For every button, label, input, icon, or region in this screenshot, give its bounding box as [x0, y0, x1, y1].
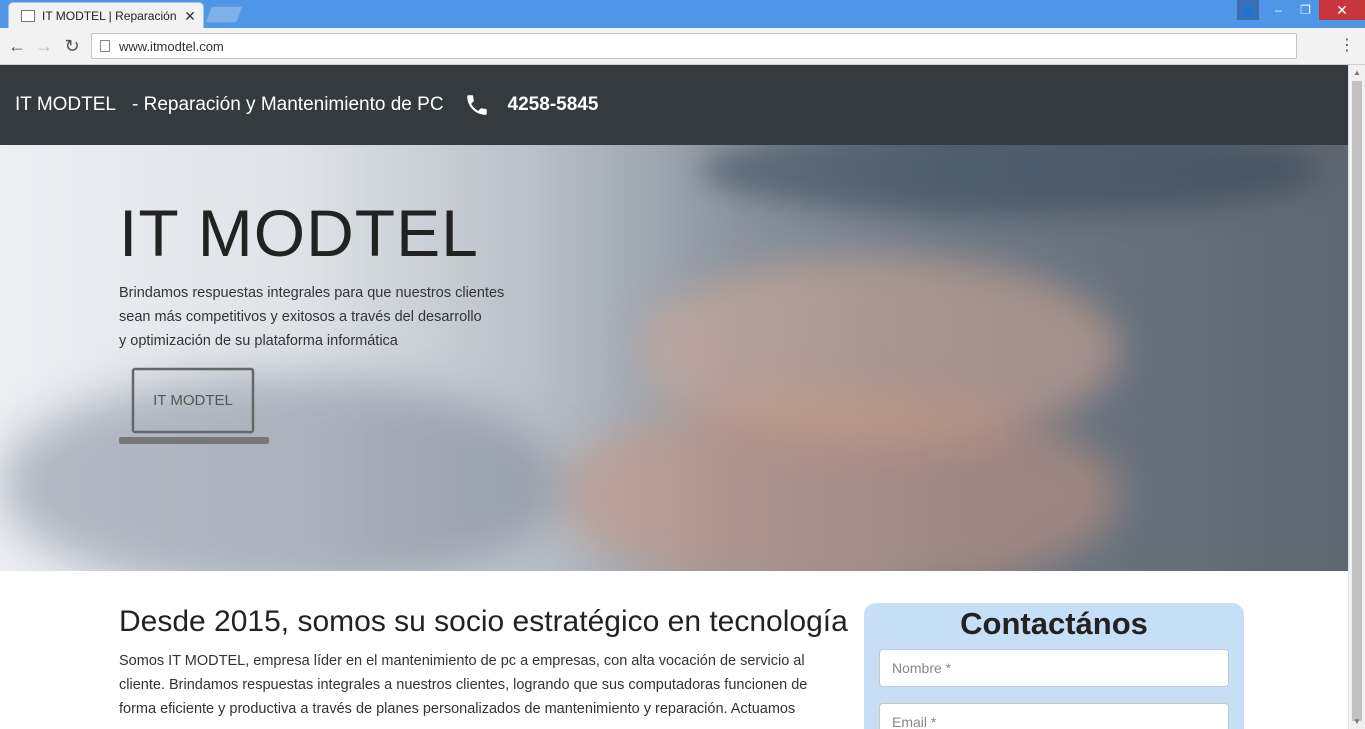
- hero-keyboard-shape: [0, 375, 560, 571]
- hero-line: sean más competitivos y exitosos a travé…: [119, 309, 482, 325]
- minimize-button[interactable]: –: [1265, 0, 1292, 20]
- phone-number[interactable]: 4258-5845: [508, 94, 599, 116]
- tab-close-icon[interactable]: ✕: [183, 8, 197, 25]
- contact-title: Contactános: [960, 606, 1148, 641]
- back-button[interactable]: ←: [7, 36, 27, 56]
- hero-title: IT MODTEL: [119, 196, 479, 270]
- site-header: IT MODTEL - Reparación y Mantenimiento d…: [0, 65, 1348, 145]
- window-controls: 👤 – ❐ ✕: [1237, 0, 1365, 20]
- phone-icon: [466, 95, 487, 115]
- user-profile-icon[interactable]: 👤: [1237, 0, 1259, 20]
- site-tagline: - Reparación y Mantenimiento de PC: [132, 94, 444, 115]
- hero-description: Brindamos respuestas integrales para que…: [119, 281, 539, 353]
- browser-titlebar: IT MODTEL | Reparación ✕ 👤 – ❐ ✕: [0, 0, 1365, 29]
- hero-monitor-shape: [700, 145, 1320, 215]
- browser-tab[interactable]: IT MODTEL | Reparación ✕: [8, 2, 204, 29]
- name-field[interactable]: Nombre *: [879, 649, 1229, 687]
- hero-banner: IT MODTEL Brindamos respuestas integrale…: [0, 145, 1348, 571]
- logo-text: IT MODTEL: [153, 392, 233, 409]
- email-field[interactable]: Email *: [879, 703, 1229, 729]
- about-title: Desde 2015, somos su socio estratégico e…: [119, 605, 848, 638]
- about-section: Desde 2015, somos su socio estratégico e…: [119, 605, 859, 721]
- url-text[interactable]: www.itmodtel.com: [119, 39, 224, 54]
- tab-title: IT MODTEL | Reparación: [42, 9, 177, 23]
- address-bar[interactable]: www.itmodtel.com: [91, 33, 1297, 59]
- laptop-logo: IT MODTEL: [119, 367, 269, 444]
- browser-toolbar: ← → ↻ www.itmodtel.com ⋮: [0, 28, 1365, 65]
- page-favicon-icon: [21, 10, 35, 22]
- new-tab-button[interactable]: [204, 6, 244, 23]
- hero-line: y optimización de su plataforma informát…: [119, 333, 398, 349]
- about-body: Somos IT MODTEL, empresa líder en el man…: [119, 649, 859, 721]
- scrollbar-thumb[interactable]: [1352, 81, 1362, 721]
- forward-button[interactable]: →: [34, 36, 54, 56]
- about-line: forma eficiente y productiva a través de…: [119, 701, 796, 717]
- close-window-button[interactable]: ✕: [1319, 0, 1365, 20]
- page-info-icon[interactable]: [100, 40, 110, 52]
- about-line: cliente. Brindamos respuestas integrales…: [119, 677, 808, 693]
- restore-button[interactable]: ❐: [1292, 0, 1319, 20]
- scroll-up-icon[interactable]: ▲: [1353, 68, 1361, 77]
- site-brand[interactable]: IT MODTEL: [15, 94, 116, 116]
- contact-form: Contactános Nombre * Email *: [864, 603, 1244, 729]
- reload-button[interactable]: ↻: [62, 36, 82, 56]
- scroll-down-icon[interactable]: ▼: [1353, 717, 1361, 726]
- hero-line: Brindamos respuestas integrales para que…: [119, 285, 505, 301]
- browser-menu-button[interactable]: ⋮: [1339, 36, 1355, 56]
- page-scrollbar[interactable]: ▲ ▼: [1348, 65, 1365, 729]
- web-page: IT MODTEL - Reparación y Mantenimiento d…: [0, 65, 1348, 729]
- about-line: Somos IT MODTEL, empresa líder en el man…: [119, 653, 805, 669]
